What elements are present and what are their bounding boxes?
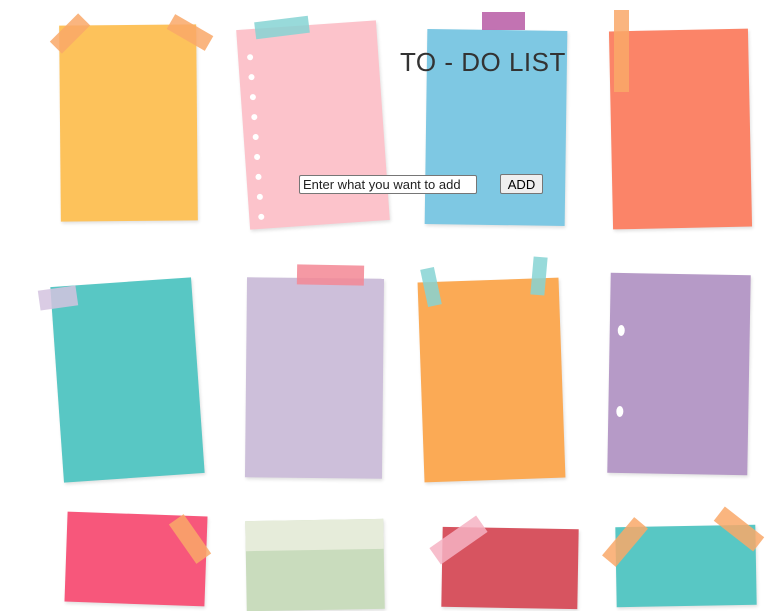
sticky-note-lilac	[244, 277, 385, 479]
binder-hole	[253, 153, 261, 161]
sticky-note-purple	[607, 272, 751, 476]
sticky-note-yellow	[59, 24, 198, 222]
tape-orange	[614, 10, 629, 92]
binder-hole	[249, 93, 257, 101]
binder-hole	[258, 213, 265, 221]
sticky-note-sage	[245, 518, 385, 611]
binder-hole	[255, 173, 262, 181]
page-title: TO - DO LIST	[400, 47, 566, 77]
binder-hole	[252, 133, 259, 141]
binder-hole	[251, 113, 258, 121]
sticky-note-teal	[50, 277, 205, 483]
binder-hole	[617, 324, 625, 337]
binder-hole	[248, 73, 255, 81]
tape-pink	[296, 264, 365, 286]
tape-purple	[482, 12, 525, 30]
binder-hole	[616, 405, 624, 418]
binder-hole	[256, 193, 264, 201]
binder-hole	[246, 54, 254, 61]
add-button[interactable]: ADD	[500, 174, 543, 194]
todo-input[interactable]	[299, 175, 477, 194]
note-strip	[245, 518, 384, 552]
sticky-note-coral	[608, 28, 753, 230]
sticky-note-pink	[236, 20, 390, 230]
sticky-note-orange	[417, 277, 566, 483]
